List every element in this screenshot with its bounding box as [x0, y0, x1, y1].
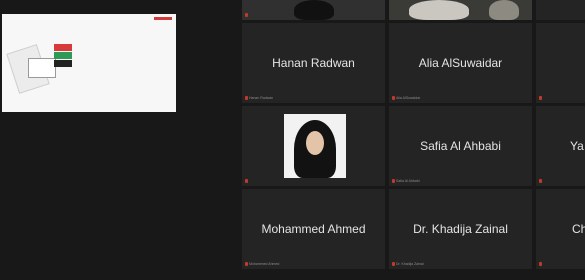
participant-label: Hanan Radwan	[245, 96, 273, 100]
participant-label	[539, 179, 542, 183]
participant-tile-khadija[interactable]: Dr. Khadija Zainal Dr. Khadija Zainal	[389, 189, 532, 269]
mic-muted-icon	[392, 179, 395, 183]
mic-muted-icon	[392, 96, 395, 100]
participant-label: Mohammed Ahmed	[245, 262, 279, 266]
participant-name: Dr. Khadija Zainal	[413, 222, 508, 236]
shared-screen-preview[interactable]	[2, 14, 176, 112]
participant-label	[539, 262, 542, 266]
participant-label: Alia AlSuwaidar	[392, 96, 420, 100]
participant-label	[245, 179, 248, 183]
participant-name: Safia Al Ahbabi	[420, 139, 501, 153]
participant-name: Ch	[572, 222, 585, 236]
card-graphic	[28, 58, 56, 78]
mic-muted-icon	[245, 13, 248, 17]
participant-video-top-left[interactable]	[242, 0, 385, 20]
participant-label: Dr. Khadija Zainal	[392, 262, 424, 266]
avatar	[284, 114, 346, 178]
participant-name: Mohammed Ahmed	[261, 222, 366, 236]
mic-muted-icon	[245, 96, 248, 100]
participant-tile-mohammed[interactable]: Mohammed Ahmed Mohammed Ahmed	[242, 189, 385, 269]
mic-muted-icon	[245, 262, 248, 266]
mic-muted-icon	[392, 262, 395, 266]
participant-tile-alia[interactable]: Alia AlSuwaidar Alia AlSuwaidar	[389, 23, 532, 103]
mic-muted-icon	[539, 262, 542, 266]
participant-label	[245, 13, 248, 17]
uae-flag-graphic	[54, 44, 72, 72]
mic-muted-icon	[539, 179, 542, 183]
participant-tile-hanan[interactable]: Hanan Radwan Hanan Radwan	[242, 23, 385, 103]
participant-label	[539, 96, 542, 100]
participant-tile-photo[interactable]	[242, 106, 385, 186]
participant-name: Ya	[570, 139, 584, 153]
participant-video-top-right[interactable]	[536, 0, 585, 20]
participant-tile-right-2[interactable]	[536, 23, 585, 103]
participant-video-top-middle[interactable]	[389, 0, 532, 20]
participant-tile-right-4[interactable]: Ch	[536, 189, 585, 269]
mic-muted-icon	[539, 96, 542, 100]
participant-label: Safia Al Ahbabi	[392, 179, 420, 183]
participant-tile-safia[interactable]: Safia Al Ahbabi Safia Al Ahbabi	[389, 106, 532, 186]
participant-name: Hanan Radwan	[272, 56, 355, 70]
mic-muted-icon	[245, 179, 248, 183]
participant-name: Alia AlSuwaidar	[418, 56, 503, 70]
participant-tile-right-3[interactable]: Ya	[536, 106, 585, 186]
presentation-logo	[154, 17, 172, 20]
